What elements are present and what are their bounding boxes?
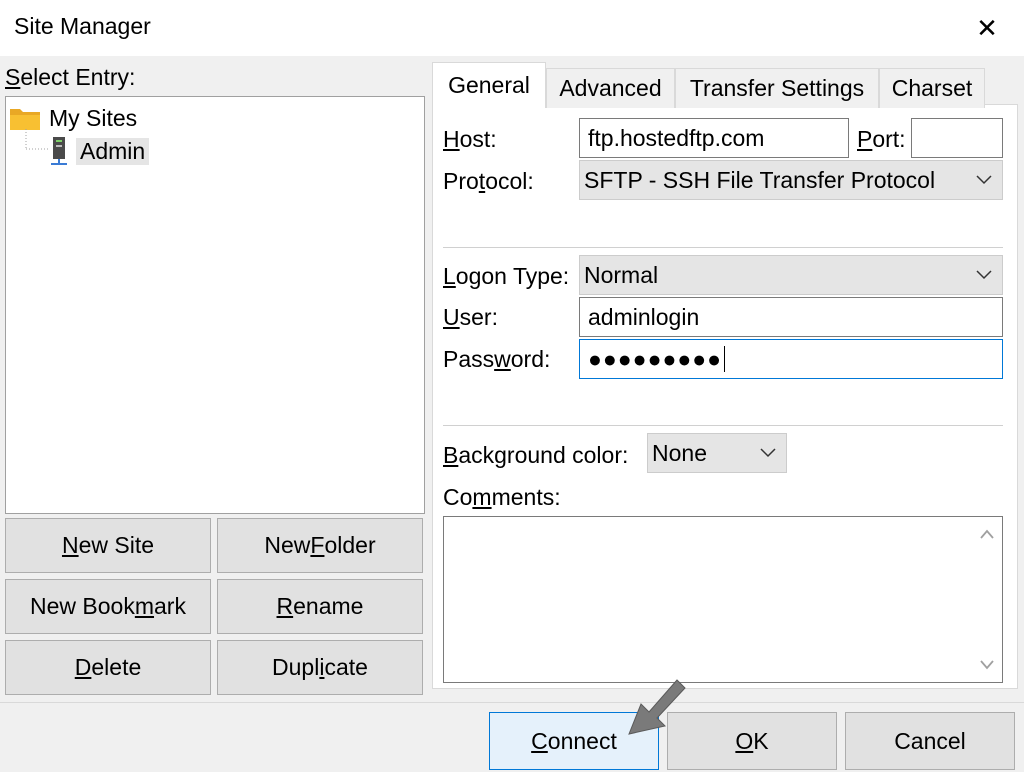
tree-item-admin[interactable]: Admin bbox=[50, 134, 150, 168]
tab-transfer-settings[interactable]: Transfer Settings bbox=[675, 68, 879, 108]
tab-advanced[interactable]: Advanced bbox=[546, 68, 675, 108]
logon-type-label: Logon Type: bbox=[443, 263, 570, 289]
password-label: Password: bbox=[443, 346, 551, 372]
new-site-button[interactable]: New Site bbox=[5, 518, 211, 573]
tab-general[interactable]: General bbox=[432, 62, 546, 108]
background-color-select[interactable]: None bbox=[647, 433, 787, 473]
select-entry-label: Select Entry: bbox=[5, 64, 136, 90]
password-value: ●●●●●●●●● bbox=[588, 345, 723, 372]
user-input[interactable] bbox=[579, 297, 1003, 337]
host-input[interactable] bbox=[579, 118, 849, 158]
user-label: User: bbox=[443, 304, 498, 330]
protocol-label: Protocol: bbox=[443, 168, 534, 194]
port-input[interactable] bbox=[911, 118, 1003, 158]
title-bar: Site Manager ✕ bbox=[0, 0, 1024, 56]
tree-label-admin: Admin bbox=[76, 137, 150, 165]
background-color-value: None bbox=[652, 439, 707, 466]
mouse-pointer-icon bbox=[628, 679, 686, 735]
tree-label-my-sites: My Sites bbox=[49, 104, 138, 131]
tab-panel-general: Host: Port: Protocol: SFTP - SSH File Tr… bbox=[432, 104, 1018, 689]
new-bookmark-button[interactable]: New Book m ark bbox=[5, 579, 211, 634]
host-label: Host: bbox=[443, 126, 497, 152]
server-icon bbox=[50, 136, 68, 166]
site-tree[interactable]: My Sites Admin bbox=[5, 96, 425, 514]
chevron-down-icon bbox=[760, 448, 776, 458]
folder-icon bbox=[9, 105, 41, 131]
protocol-value: SFTP - SSH File Transfer Protocol bbox=[584, 166, 936, 193]
rename-button[interactable]: Rename bbox=[217, 579, 423, 634]
password-input[interactable]: ●●●●●●●●● bbox=[579, 339, 1003, 379]
logon-type-value: Normal bbox=[584, 261, 659, 288]
separator bbox=[443, 425, 1003, 426]
chevron-down-icon bbox=[976, 270, 992, 280]
cancel-button[interactable]: Cancel bbox=[845, 712, 1015, 770]
protocol-select[interactable]: SFTP - SSH File Transfer Protocol bbox=[579, 160, 1003, 200]
footer-separator bbox=[0, 702, 1024, 703]
text-caret bbox=[724, 346, 726, 372]
scroll-down-icon[interactable] bbox=[980, 660, 994, 670]
close-button[interactable]: ✕ bbox=[958, 0, 1016, 56]
ok-button[interactable]: OK bbox=[667, 712, 837, 770]
tab-charset[interactable]: Charset bbox=[879, 68, 985, 108]
duplicate-button[interactable]: Dupl i cate bbox=[217, 640, 423, 695]
window-title: Site Manager bbox=[14, 13, 151, 39]
background-color-label: Background color: bbox=[443, 442, 629, 468]
comments-scrollbar[interactable] bbox=[972, 517, 1002, 682]
separator bbox=[443, 247, 1003, 248]
delete-button[interactable]: Delete bbox=[5, 640, 211, 695]
dialog-body: Select Entry: My Sites Admin N ew Site N… bbox=[0, 56, 1024, 772]
scroll-up-icon[interactable] bbox=[980, 529, 994, 539]
port-label: Port: bbox=[857, 126, 906, 152]
comments-label: Comments: bbox=[443, 484, 561, 510]
new-folder-button[interactable]: New Folder bbox=[217, 518, 423, 573]
comments-textarea[interactable] bbox=[443, 516, 1003, 683]
logon-type-select[interactable]: Normal bbox=[579, 255, 1003, 295]
chevron-down-icon bbox=[976, 175, 992, 185]
close-icon: ✕ bbox=[976, 12, 998, 43]
